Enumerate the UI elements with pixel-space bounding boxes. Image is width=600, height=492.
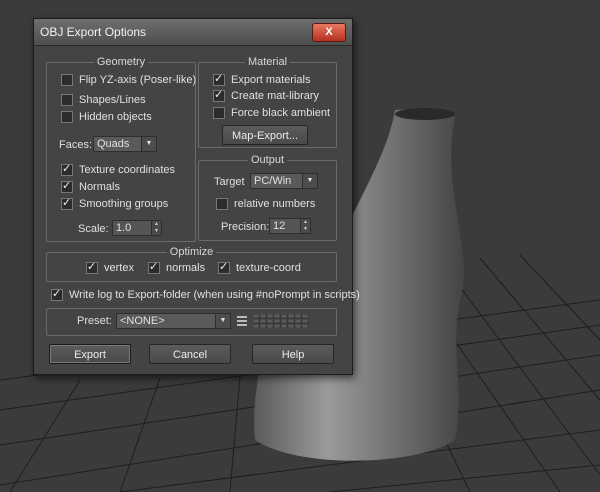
geometry-title: Geometry (93, 56, 149, 68)
chevron-down-icon[interactable]: ▼ (302, 174, 317, 188)
relative-numbers-checkbox[interactable]: relative numbers (216, 198, 315, 210)
export-button[interactable]: Export (49, 344, 131, 364)
relative-numbers-box[interactable] (216, 198, 228, 210)
normals-label: Normals (79, 181, 120, 193)
target-value: PC/Win (254, 175, 292, 187)
relative-numbers-label: relative numbers (234, 198, 316, 210)
preset-label: Preset: (77, 315, 112, 327)
scale-label: Scale: (78, 223, 109, 235)
optimize-normals-checkbox[interactable]: normals (148, 260, 206, 274)
title-bar[interactable]: OBJ Export Options X (34, 19, 352, 46)
map-export-button[interactable]: Map-Export... (222, 125, 308, 145)
spinner-arrows-icon[interactable]: ▲ ▼ (300, 219, 310, 233)
flip-yz-checkbox[interactable]: Flip YZ-axis (Poser-like) (61, 74, 196, 86)
preset-group: Preset: <NONE> ▼ (46, 308, 337, 336)
faces-label: Faces: (59, 139, 93, 151)
write-log-label: Write log to Export-folder (when using #… (69, 289, 360, 301)
shapes-lines-box[interactable] (61, 94, 73, 106)
create-mat-library-label: Create mat-library (231, 90, 320, 102)
smoothing-groups-checkbox[interactable]: Smoothing groups (61, 196, 169, 210)
optimize-texture-coord-checkbox[interactable]: texture-coord (218, 260, 301, 274)
smoothing-groups-box[interactable] (61, 196, 73, 210)
precision-label: Precision: (221, 221, 270, 233)
texture-coordinates-checkbox[interactable]: Texture coordinates (61, 162, 175, 176)
smoothing-groups-label: Smoothing groups (79, 198, 169, 210)
close-button[interactable]: X (312, 23, 346, 42)
hidden-objects-box[interactable] (61, 111, 73, 123)
precision-value: 12 (273, 220, 286, 232)
write-log-box[interactable] (51, 287, 63, 301)
faces-dropdown[interactable]: Quads ▼ (93, 136, 157, 152)
hidden-objects-label: Hidden objects (79, 111, 152, 123)
preset-dropdown[interactable]: <NONE> ▼ (116, 313, 231, 329)
shapes-lines-checkbox[interactable]: Shapes/Lines (61, 94, 146, 106)
cancel-button[interactable]: Cancel (149, 344, 231, 364)
export-materials-checkbox[interactable]: Export materials (213, 72, 311, 86)
texture-coordinates-box[interactable] (61, 162, 73, 176)
help-button[interactable]: Help (252, 344, 334, 364)
scale-value: 1.0 (116, 222, 132, 234)
force-black-ambient-label: Force black ambient (231, 107, 331, 119)
shapes-lines-label: Shapes/Lines (79, 94, 146, 106)
optimize-texture-coord-label: texture-coord (236, 262, 301, 274)
write-log-checkbox[interactable]: Write log to Export-folder (when using #… (51, 287, 360, 301)
precision-spinner[interactable]: 12 ▲ ▼ (269, 218, 311, 234)
target-dropdown[interactable]: PC/Win ▼ (250, 173, 318, 189)
optimize-texture-coord-box[interactable] (218, 260, 230, 274)
flip-yz-label: Flip YZ-axis (Poser-like) (79, 74, 197, 86)
obj-export-dialog: OBJ Export Options X Geometry Flip YZ-ax… (33, 18, 360, 375)
output-title: Output (247, 154, 288, 166)
target-label: Target (214, 176, 245, 188)
material-group: Material Export materials Create mat-lib… (198, 56, 337, 148)
scale-spinner[interactable]: 1.0 ▲ ▼ (112, 220, 162, 236)
optimize-normals-label: normals (166, 262, 206, 274)
optimize-normals-box[interactable] (148, 260, 160, 274)
normals-checkbox[interactable]: Normals (61, 179, 120, 193)
spinner-arrows-icon[interactable]: ▲ ▼ (151, 221, 161, 235)
output-group: Output Target PC/Win ▼ relative numbers … (198, 154, 337, 241)
chevron-down-icon[interactable]: ▼ (141, 137, 156, 151)
hidden-objects-checkbox[interactable]: Hidden objects (61, 111, 152, 123)
texture-coordinates-label: Texture coordinates (79, 164, 175, 176)
material-title: Material (244, 56, 291, 68)
optimize-title: Optimize (166, 246, 217, 258)
create-mat-library-box[interactable] (213, 88, 225, 102)
export-materials-box[interactable] (213, 72, 225, 86)
normals-box[interactable] (61, 179, 73, 193)
export-materials-label: Export materials (231, 74, 311, 86)
preset-menu-icon[interactable] (236, 314, 248, 328)
force-black-ambient-checkbox[interactable]: Force black ambient (213, 107, 330, 119)
preset-value: <NONE> (120, 315, 165, 327)
force-black-ambient-box[interactable] (213, 107, 225, 119)
optimize-vertex-box[interactable] (86, 260, 98, 274)
geometry-group: Geometry Flip YZ-axis (Poser-like) Shape… (46, 56, 196, 242)
optimize-vertex-checkbox[interactable]: vertex (86, 260, 134, 274)
chevron-down-icon[interactable]: ▼ (215, 314, 230, 328)
optimize-group: Optimize vertex normals texture-coord (46, 246, 337, 282)
faces-value: Quads (97, 138, 130, 150)
create-mat-library-checkbox[interactable]: Create mat-library (213, 88, 320, 102)
dialog-title: OBJ Export Options (40, 25, 147, 39)
flip-yz-box[interactable] (61, 74, 73, 86)
optimize-vertex-label: vertex (104, 262, 134, 274)
preset-grid-icon[interactable] (253, 314, 309, 328)
